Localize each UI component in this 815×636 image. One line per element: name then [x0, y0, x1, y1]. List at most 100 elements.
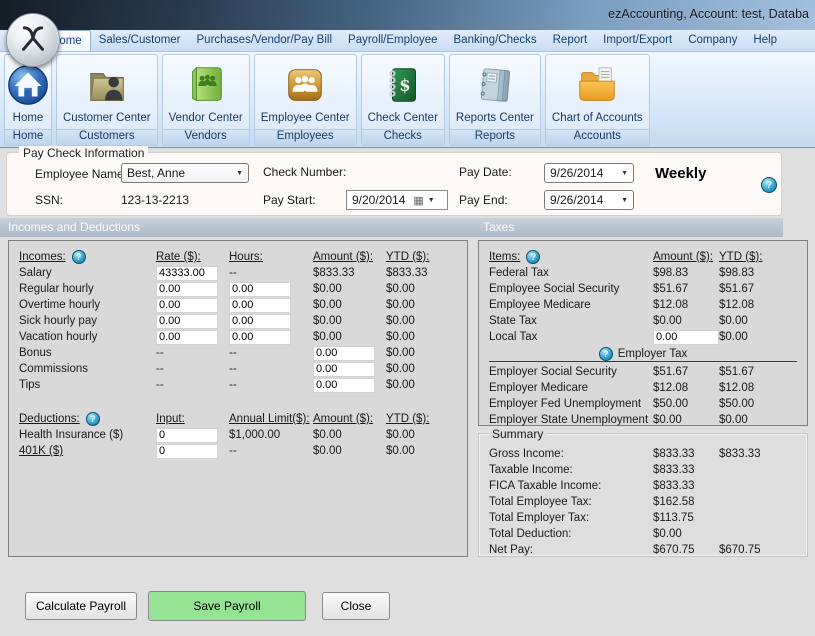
chevron-down-icon: ▼ — [621, 197, 628, 204]
summary-amount: $113.75 — [653, 512, 719, 524]
reports-center-icon — [450, 55, 540, 112]
cell-value: $12.08 — [653, 299, 719, 311]
column-label: YTD ($): — [386, 251, 429, 263]
toolbar-sublabel-home[interactable]: Home — [5, 129, 51, 145]
overtime-hourly-input[interactable] — [229, 298, 291, 313]
tab-sales-customer[interactable]: Sales/Customer — [91, 30, 189, 51]
taxes-col-header: Items:? — [489, 250, 653, 264]
tax-row-employee-social-security: Employee Social Security$51.67$51.67 — [489, 281, 807, 297]
tab-company[interactable]: Company — [680, 30, 745, 51]
app-menu-orb[interactable] — [6, 13, 60, 67]
cell-value: $0.00 — [313, 429, 386, 441]
pay-frequency-label: Weekly — [655, 165, 706, 182]
save-payroll-button[interactable]: Save Payroll — [148, 591, 306, 621]
close-button[interactable]: Close — [322, 592, 390, 620]
tab-banking-checks[interactable]: Banking/Checks — [446, 30, 545, 51]
summary-row-net-pay: Net Pay:$670.75$670.75 — [489, 542, 807, 558]
deductions-col-header: Input: — [156, 413, 229, 425]
help-icon[interactable]: ? — [761, 177, 777, 193]
cell-value: $50.00 — [653, 398, 719, 410]
title-bar: ezAccounting, Account: test, Databa — [0, 0, 815, 30]
toolbar-home[interactable]: HomeHome — [4, 54, 52, 146]
sick-hourly-pay-input[interactable] — [229, 314, 291, 329]
cell-value: $0.00 — [719, 414, 807, 426]
summary-amount: $833.33 — [653, 480, 719, 492]
deduction-row-401k: 401K ($)--$0.00$0.00 — [19, 443, 467, 459]
toolbar-label-check-center: Check Center — [362, 112, 444, 128]
commissions-input[interactable] — [313, 362, 375, 377]
pay-date-select[interactable]: 9/26/2014 ▼ — [544, 163, 634, 183]
column-label: Deductions: — [19, 413, 80, 425]
toolbar-sublabel-accounts[interactable]: Accounts — [546, 129, 649, 145]
toolbar-sublabel-customers[interactable]: Customers — [57, 129, 157, 145]
column-label: Amount ($): — [313, 251, 373, 263]
help-icon[interactable]: ? — [72, 250, 86, 264]
toolbar-chart-of-accounts[interactable]: Chart of AccountsAccounts — [545, 54, 650, 146]
app-logo-icon — [14, 20, 52, 61]
calendar-icon[interactable]: ▦ — [413, 194, 423, 207]
regular-hourly-input[interactable] — [229, 282, 291, 297]
toolbar-reports-center[interactable]: Reports CenterReports — [449, 54, 541, 146]
tab-purchases-vendor-pay-bill[interactable]: Purchases/Vendor/Pay Bill — [189, 30, 341, 51]
toolbar-vendor-center[interactable]: Vendor CenterVendors — [162, 54, 250, 146]
regular-hourly-input[interactable] — [156, 282, 218, 297]
cell-value: $833.33 — [313, 267, 386, 279]
health-insurance-input[interactable] — [156, 428, 218, 443]
tab-report[interactable]: Report — [545, 30, 596, 51]
employee-name-value: Best, Anne — [127, 166, 232, 180]
cell-value: $0.00 — [719, 315, 807, 327]
section-header-bar: Incomes and Deductions Taxes — [0, 218, 783, 237]
salary-input[interactable] — [156, 266, 218, 281]
employee-name-label: Employee Name: — [35, 167, 127, 181]
deductions-col-header: Amount ($): — [313, 413, 386, 425]
spacer — [19, 393, 467, 411]
row-label: Health Insurance ($) — [19, 429, 156, 441]
column-label: Annual Limit($): — [229, 413, 310, 425]
row-label: Vacation hourly — [19, 331, 156, 343]
401k-input[interactable] — [156, 444, 218, 459]
bonus-input[interactable] — [313, 346, 375, 361]
incomes-deductions-panel: Incomes:?Rate ($):Hours:Amount ($):YTD (… — [8, 240, 468, 557]
tips-input[interactable] — [313, 378, 375, 393]
toolbar-employee-center[interactable]: Employee CenterEmployees — [254, 54, 357, 146]
cell-value: $51.67 — [653, 283, 719, 295]
help-icon[interactable]: ? — [599, 347, 613, 361]
tab-payroll-employee[interactable]: Payroll/Employee — [340, 30, 445, 51]
tab-help[interactable]: Help — [745, 30, 785, 51]
toolbar-sublabel-reports[interactable]: Reports — [450, 129, 540, 145]
cell-value: $51.67 — [719, 366, 807, 378]
summary-group: Summary Gross Income:$833.33$833.33Taxab… — [478, 433, 808, 557]
row-label: Employee Social Security — [489, 283, 653, 295]
help-icon[interactable]: ? — [86, 412, 100, 426]
tab-import-export[interactable]: Import/Export — [595, 30, 680, 51]
toolbar-label-chart-of-accounts: Chart of Accounts — [546, 112, 649, 128]
toolbar-label-customer-center: Customer Center — [57, 112, 157, 128]
vacation-hourly-input[interactable] — [156, 330, 218, 345]
overtime-hourly-input[interactable] — [156, 298, 218, 313]
cell-value: $0.00 — [313, 445, 386, 457]
sick-hourly-pay-input[interactable] — [156, 314, 218, 329]
check-center-icon: $ — [362, 55, 444, 112]
tax-row-employer-fed-unemployment: Employer Fed Unemployment$50.00$50.00 — [489, 396, 807, 412]
incomes-section-title: Incomes and Deductions — [8, 220, 140, 234]
cell-value: $0.00 — [653, 414, 719, 426]
row-label[interactable]: 401K ($) — [19, 445, 156, 457]
toolbar-sublabel-vendors[interactable]: Vendors — [163, 129, 249, 145]
calculate-payroll-button[interactable]: Calculate Payroll — [25, 592, 137, 620]
pay-start-datepicker[interactable]: 9/20/2014 ▦ ▼ — [346, 190, 448, 210]
row-label: Employer Social Security — [489, 366, 653, 378]
pay-end-select[interactable]: 9/26/2014 ▼ — [544, 190, 634, 210]
cell-value: $0.00 — [313, 299, 386, 311]
help-icon[interactable]: ? — [526, 250, 540, 264]
toolbar-customer-center[interactable]: Customer CenterCustomers — [56, 54, 158, 146]
toolbar-sublabel-checks[interactable]: Checks — [362, 129, 444, 145]
tax-row-employer-medicare: Employer Medicare$12.08$12.08 — [489, 380, 807, 396]
local-tax-input[interactable] — [653, 330, 719, 345]
column-label: Hours: — [229, 251, 263, 263]
incomes-col-header: Hours: — [229, 251, 313, 263]
toolbar-check-center[interactable]: $Check CenterChecks — [361, 54, 445, 146]
vacation-hourly-input[interactable] — [229, 330, 291, 345]
employee-name-select[interactable]: Best, Anne ▼ — [121, 163, 249, 183]
cell-value: $12.08 — [653, 382, 719, 394]
toolbar-sublabel-employees[interactable]: Employees — [255, 129, 356, 145]
